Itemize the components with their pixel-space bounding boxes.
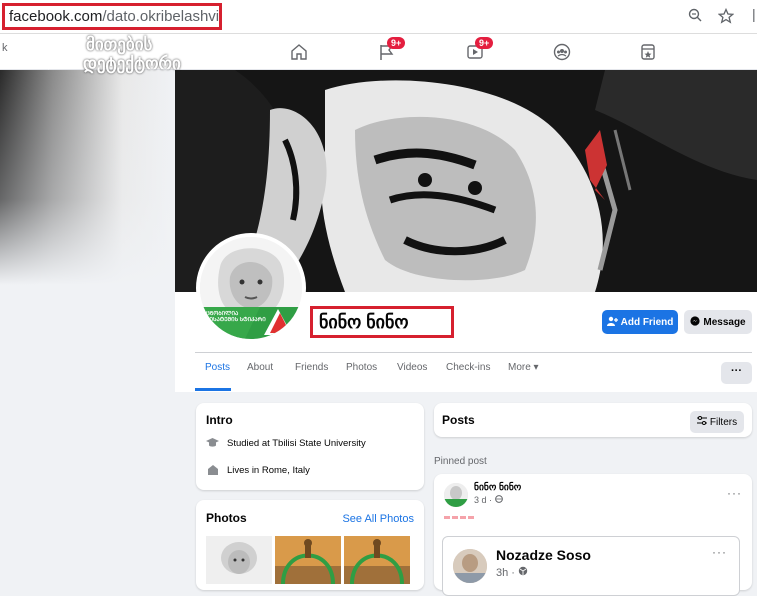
search-fragment: k: [2, 42, 8, 54]
intro-card: Intro Studied at Tbilisi State Universit…: [196, 403, 424, 490]
tab-posts[interactable]: Posts: [205, 362, 230, 373]
avatar-frame-text: ᲪᲜᲝᲑᲘᲚᲘᲐ ᲛᲘᲡᲐᲢᲔᲛᲘᲡ ᲡᲢᲘᲙᲐᲠᲘ: [206, 311, 266, 323]
profile-more-button[interactable]: ···: [721, 362, 752, 384]
intro-location-text: Lives in Rome, Italy: [227, 465, 310, 476]
home-icon: [206, 464, 219, 477]
star-icon[interactable]: [717, 7, 735, 29]
photos-card: Photos See All Photos: [196, 500, 424, 590]
shared-post-menu-button[interactable]: ···: [712, 545, 727, 559]
tab-about[interactable]: About: [247, 362, 273, 373]
shared-post-timestamp[interactable]: 3h ·: [496, 566, 528, 579]
url-domain: facebook.com: [9, 8, 103, 25]
messenger-icon: [690, 315, 700, 329]
post-author-avatar[interactable]: [444, 483, 468, 507]
post-timestamp[interactable]: 3 d ·: [474, 495, 503, 505]
watch-badge: 9+: [475, 37, 494, 49]
menu-edge-icon: |: [752, 6, 756, 22]
filters-icon: [696, 416, 707, 428]
tab-friends[interactable]: Friends: [295, 362, 328, 373]
message-label: Message: [703, 316, 746, 328]
post-menu-button[interactable]: ···: [727, 486, 742, 500]
posts-header-card: Posts Filters: [434, 403, 752, 437]
watermark-line1: მითების: [86, 35, 153, 54]
home-icon[interactable]: [288, 41, 310, 63]
post-author-name[interactable]: ნინო ნინო: [474, 482, 521, 493]
add-friend-label: Add Friend: [620, 316, 674, 328]
shared-author-name[interactable]: Nozadze Soso: [496, 547, 591, 563]
flag-badge: 9+: [387, 37, 406, 49]
globe-icon: [518, 566, 528, 579]
active-tab-indicator: [195, 388, 231, 391]
see-all-photos-link[interactable]: See All Photos: [342, 513, 414, 525]
broadcast-arcs-icon: [36, 32, 84, 72]
watch-icon[interactable]: 9+: [464, 37, 494, 63]
intro-title: Intro: [206, 413, 233, 427]
add-friend-button[interactable]: Add Friend: [602, 310, 678, 334]
photos-title: Photos: [206, 511, 247, 525]
zoom-icon[interactable]: [688, 8, 702, 27]
shared-time-text: 3h ·: [496, 567, 519, 579]
intro-location: Lives in Rome, Italy: [206, 464, 310, 477]
profile-name: ნინო ნინო: [310, 306, 454, 338]
profile-avatar[interactable]: ᲪᲜᲝᲑᲘᲚᲘᲐ ᲛᲘᲡᲐᲢᲔᲛᲘᲡ ᲡᲢᲘᲙᲐᲠᲘ: [196, 233, 306, 343]
shared-author-avatar[interactable]: [453, 549, 487, 583]
post-text-redacted: [444, 516, 474, 520]
groups-icon[interactable]: [551, 41, 573, 63]
shared-post-card[interactable]: Nozadze Soso 3h · ···: [442, 536, 740, 596]
profile-divider: [195, 352, 752, 353]
globe-icon: [494, 495, 503, 505]
url-path: /dato.okribelashvili.77: [102, 8, 220, 25]
tab-photos[interactable]: Photos: [346, 362, 377, 373]
intro-education-text: Studied at Tbilisi State University: [227, 438, 366, 449]
pinned-post-card: ნინო ნინო 3 d · ··· Nozadze Soso 3h · ··…: [434, 474, 752, 596]
tab-more[interactable]: More ▾: [508, 362, 539, 373]
tab-videos[interactable]: Videos: [397, 362, 427, 373]
add-friend-icon: [606, 316, 618, 329]
watermark-logo: მითების დეტექტორი: [36, 26, 206, 78]
photo-thumbnail[interactable]: [206, 536, 272, 584]
posts-title: Posts: [442, 413, 475, 427]
filters-button[interactable]: Filters: [690, 411, 744, 433]
message-button[interactable]: Message: [684, 310, 752, 334]
gaming-icon[interactable]: [637, 41, 659, 63]
photo-thumbnail[interactable]: [344, 536, 410, 584]
left-cover-fade-overlay: [0, 70, 175, 285]
post-time-text: 3 d ·: [474, 495, 495, 505]
pinned-post-label: Pinned post: [434, 456, 487, 467]
flag-icon[interactable]: 9+: [376, 37, 406, 63]
intro-education: Studied at Tbilisi State University: [206, 437, 366, 450]
photo-thumbnail[interactable]: [275, 536, 341, 584]
graduation-cap-icon: [206, 437, 219, 450]
tab-check-ins[interactable]: Check-ins: [446, 362, 490, 373]
watermark-line2: დეტექტორი: [83, 54, 181, 73]
filters-label: Filters: [709, 416, 738, 428]
